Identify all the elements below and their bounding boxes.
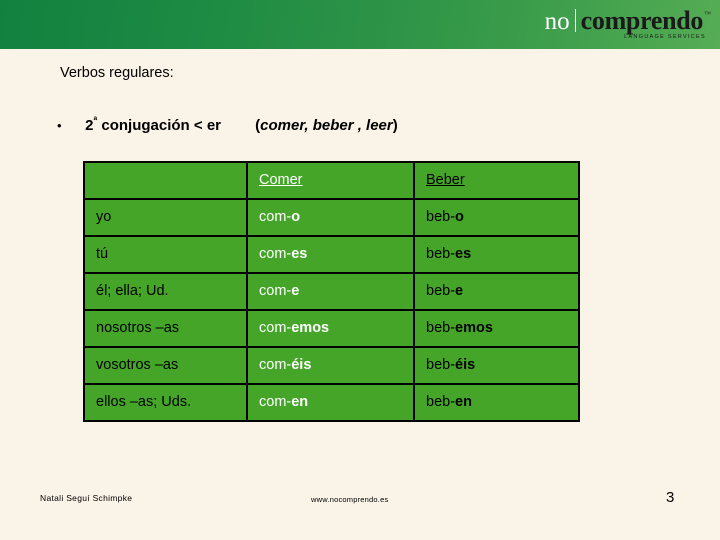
slide-content: Verbos regulares: • 2ª conjugación < er …	[0, 49, 720, 540]
comer-stem: com-	[259, 283, 292, 300]
beber-ending: emos	[455, 320, 493, 337]
logo-divider-bar	[574, 9, 576, 32]
cell-beber: beb-o	[413, 198, 580, 237]
bullet-conjugation-text: conjugación < er	[97, 117, 221, 134]
beber-ending: e	[455, 283, 464, 300]
comer-stem: com-	[259, 209, 292, 226]
comer-stem: com-	[259, 394, 292, 411]
beber-stem: beb-	[426, 246, 456, 263]
bullet-examples: (comer, beber , leer)	[255, 117, 398, 134]
logo-word-no: no	[544, 8, 570, 35]
footer-url: www.nocomprendo.es	[311, 495, 389, 504]
cell-pronoun: él; ella; Ud.	[83, 272, 248, 311]
comer-ending: éis	[291, 357, 312, 374]
table-row: vosotros –as com-éis beb-éis	[83, 346, 580, 385]
beber-stem: beb-	[426, 357, 456, 374]
beber-stem: beb-	[426, 320, 456, 337]
logo-word-comprendo: comprendo	[580, 6, 704, 35]
trademark-icon: ™	[704, 10, 711, 18]
page-number: 3	[666, 489, 675, 506]
examples-verb-list: comer, beber , leer	[260, 117, 393, 134]
beber-ending: o	[455, 209, 464, 226]
bullet-main-text: 2ª conjugación < er	[85, 117, 221, 135]
cell-comer: com-es	[246, 235, 415, 274]
intro-heading: Verbos regulares:	[60, 65, 174, 81]
comer-stem: com-	[259, 246, 292, 263]
comer-ending: emos	[291, 320, 330, 337]
cell-pronoun: tú	[83, 235, 248, 274]
cell-pronoun: ellos –as; Uds.	[83, 383, 248, 422]
cell-comer: com-e	[246, 272, 415, 311]
comer-stem: com-	[259, 357, 292, 374]
table-row: él; ella; Ud. com-e beb-e	[83, 272, 580, 311]
examples-close-paren: )	[392, 117, 398, 134]
table-row: yo com-o beb-o	[83, 198, 580, 237]
comer-stem: com-	[259, 320, 292, 337]
table-header-pronoun	[83, 161, 248, 200]
table-row: nosotros –as com-emos beb-emos	[83, 309, 580, 348]
beber-ending: es	[455, 246, 472, 263]
beber-stem: beb-	[426, 209, 456, 226]
beber-stem: beb-	[426, 283, 456, 300]
beber-ending: en	[455, 394, 472, 411]
brand-logo: no comprendo ™ LANGUAGE SERVICES	[544, 6, 711, 41]
beber-ending: éis	[455, 357, 476, 374]
cell-comer: com-o	[246, 198, 415, 237]
beber-stem: beb-	[426, 394, 456, 411]
cell-comer: com-éis	[246, 346, 415, 385]
table-row: ellos –as; Uds. com-en beb-en	[83, 383, 580, 422]
cell-pronoun: yo	[83, 198, 248, 237]
conjugation-table: Comer Beber yo com-o beb-o tú com-es beb…	[83, 161, 580, 422]
cell-pronoun: nosotros –as	[83, 309, 248, 348]
table-header-row: Comer Beber	[83, 161, 580, 200]
table-row: tú com-es beb-es	[83, 235, 580, 274]
comer-ending: o	[291, 209, 301, 226]
cell-comer: com-en	[246, 383, 415, 422]
bullet-marker-icon: •	[57, 118, 62, 133]
comer-ending: e	[291, 283, 300, 300]
logo-wordmark: no comprendo ™	[544, 6, 711, 35]
bullet-point: • 2ª conjugación < er (comer, beber , le…	[57, 117, 398, 135]
cell-beber: beb-en	[413, 383, 580, 422]
footer-author: Natali Seguí Schimpke	[40, 493, 133, 503]
header-banner: no comprendo ™ LANGUAGE SERVICES	[0, 0, 720, 49]
logo-tagline: LANGUAGE SERVICES	[624, 34, 706, 40]
cell-beber: beb-es	[413, 235, 580, 274]
cell-beber: beb-éis	[413, 346, 580, 385]
cell-pronoun: vosotros –as	[83, 346, 248, 385]
cell-beber: beb-e	[413, 272, 580, 311]
comer-ending: es	[291, 246, 308, 263]
bullet-ordinal-number: 2	[85, 117, 94, 134]
table-header-comer: Comer	[246, 161, 415, 200]
cell-beber: beb-emos	[413, 309, 580, 348]
cell-comer: com-emos	[246, 309, 415, 348]
table-header-beber: Beber	[413, 161, 580, 200]
comer-ending: en	[291, 394, 309, 411]
